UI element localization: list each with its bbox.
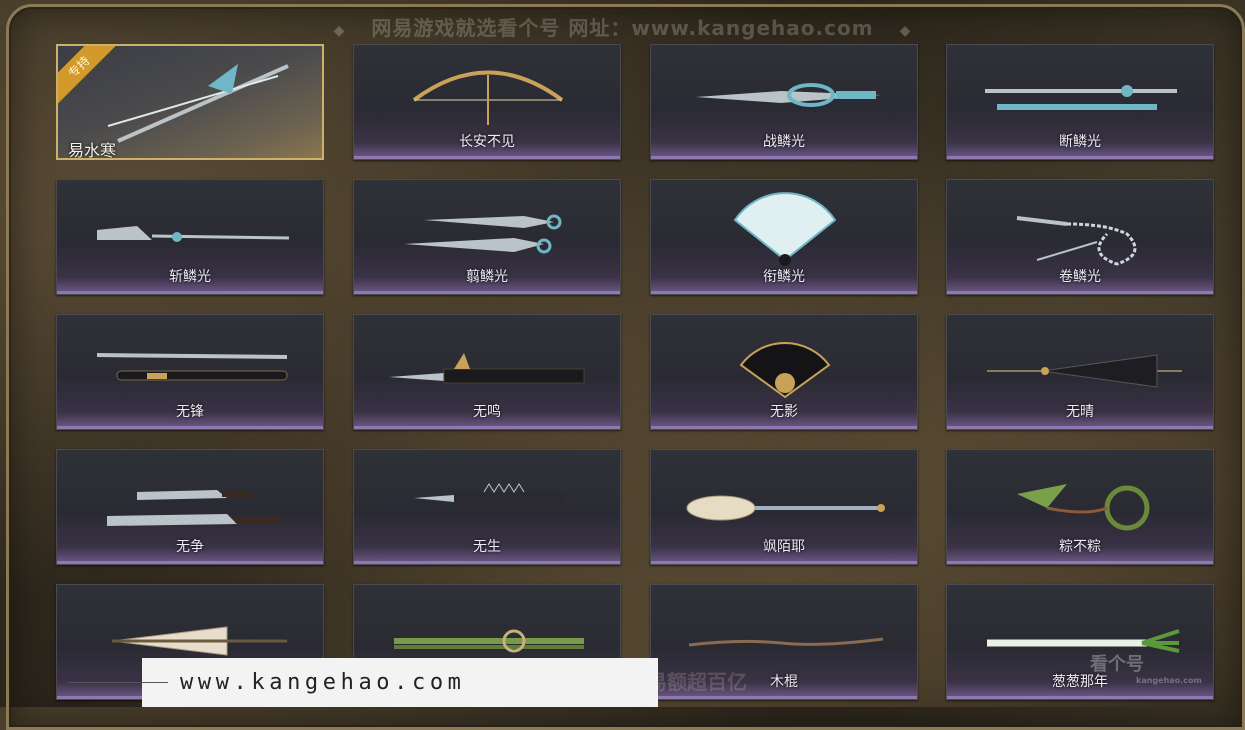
weapon-card[interactable]: 战鳞光 [650,44,918,160]
weapon-card[interactable]: 无生 [353,449,621,565]
weapon-name: 卷鳞光 [1059,269,1101,285]
weapon-card[interactable]: 无影 [650,314,918,430]
weapon-card[interactable]: 专持 易水寒 [56,44,324,160]
weapon-card[interactable]: 飒陌耶 [650,449,918,565]
weapon-card[interactable]: 斩鳞光 [56,179,324,295]
weapon-card[interactable]: 翦鳞光 [353,179,621,295]
weapon-name: 斩鳞光 [169,269,211,285]
weapon-card[interactable]: 粽不粽 [946,449,1214,565]
weapon-name: 易水寒 [68,141,117,160]
ornament-icon: ◆ [899,23,912,39]
weapon-name: 无影 [770,404,798,420]
weapon-name: 粽不粽 [1059,539,1101,555]
weapon-name: 飒陌耶 [763,539,805,555]
top-watermark: ◆ 网易游戏就选看个号 网址：www.kangehao.com ◆ [333,16,912,40]
weapon-name: 断鳞光 [1059,134,1101,150]
weapon-name: 无生 [473,539,501,555]
weapon-name: 无争 [176,539,204,555]
brand-logo: 看个号 kangehao.com [1090,654,1202,685]
weapon-card[interactable]: 断鳞光 [946,44,1214,160]
weapon-name: 无鸣 [473,404,501,420]
weapon-card[interactable]: 衔鳞光 [650,179,918,295]
weapon-name: 翦鳞光 [466,269,508,285]
weapon-name: 战鳞光 [763,134,805,150]
weapon-card[interactable]: 无晴 [946,314,1214,430]
weapon-name: 长安不见 [459,134,515,150]
weapon-card[interactable]: 卷鳞光 [946,179,1214,295]
weapon-card[interactable]: 无争 [56,449,324,565]
ornament-icon: ◆ [333,23,346,39]
weapon-card[interactable]: 无锋 [56,314,324,430]
banner-divider [68,682,168,683]
weapon-name: 无锋 [176,404,204,420]
weapon-name: 无晴 [1066,404,1094,420]
weapon-name: 衔鳞光 [763,269,805,285]
site-url: www.kangehao.com [180,670,466,695]
weapon-card[interactable]: 长安不见 [353,44,621,160]
weapon-card[interactable]: 无鸣 [353,314,621,430]
